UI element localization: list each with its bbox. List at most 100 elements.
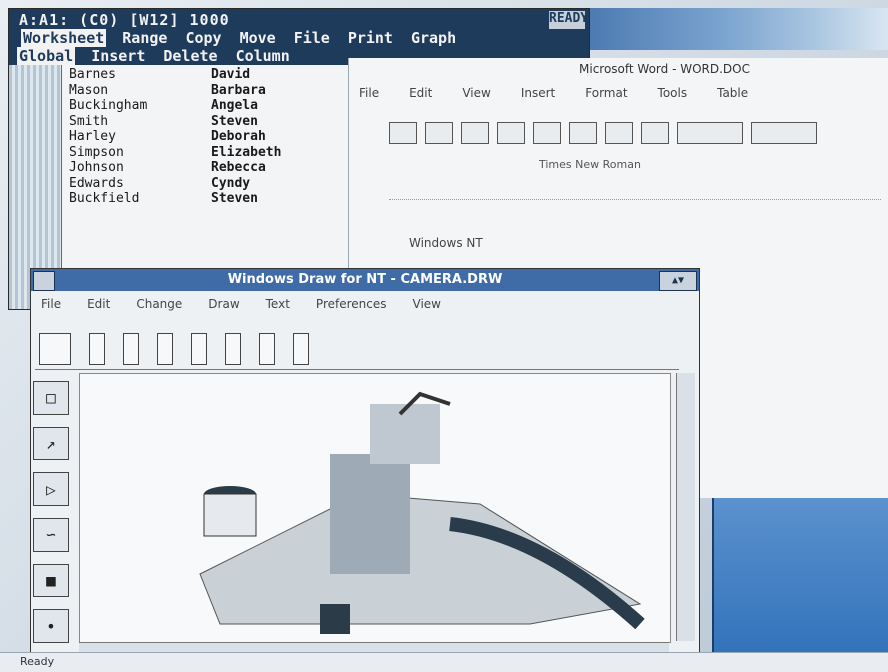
line-tool-icon[interactable]: ↗ xyxy=(33,426,69,461)
cell-last-name[interactable]: Buckingham xyxy=(69,98,211,114)
cell-first-name[interactable]: Angela xyxy=(211,98,331,114)
lotus-submenu-column[interactable]: Column xyxy=(234,47,292,65)
toolbar-button[interactable] xyxy=(497,122,525,144)
minimize-maximize-buttons[interactable]: ▲▼ xyxy=(659,271,697,291)
toolbar-button[interactable] xyxy=(293,333,309,365)
lotus-menu-range[interactable]: Range xyxy=(120,29,169,47)
table-row[interactable]: Johnson Rebecca xyxy=(69,160,331,176)
lotus-submenu-global[interactable]: Global xyxy=(17,47,76,65)
toolbar-button[interactable] xyxy=(123,333,139,365)
lotus-submenu-insert[interactable]: Insert xyxy=(89,47,147,65)
word-menu-view[interactable]: View xyxy=(462,86,490,100)
toolbar-button[interactable] xyxy=(751,122,817,144)
cell-first-name[interactable]: Cyndy xyxy=(211,176,331,192)
draw-menu-change[interactable]: Change xyxy=(136,297,182,311)
toolbar-button[interactable] xyxy=(569,122,597,144)
text-tool-icon[interactable]: • xyxy=(33,609,69,644)
toolbar-button[interactable] xyxy=(425,122,453,144)
status-bar: Ready xyxy=(0,652,888,672)
toolbar-button[interactable] xyxy=(259,333,275,365)
table-row[interactable]: Buckfield Steven xyxy=(69,191,331,207)
draw-menu-text[interactable]: Text xyxy=(266,297,290,311)
cell-first-name[interactable]: Barbara xyxy=(211,83,331,99)
fill-tool-icon[interactable]: ■ xyxy=(33,563,69,598)
word-title: Microsoft Word - WORD.DOC xyxy=(579,62,750,76)
system-menu-button[interactable] xyxy=(33,271,55,291)
table-row[interactable]: Buckingham Angela xyxy=(69,98,331,114)
toolbar-button[interactable] xyxy=(39,333,71,365)
word-menu-insert[interactable]: Insert xyxy=(521,86,555,100)
word-menubar: File Edit View Insert Format Tools Table xyxy=(359,86,748,100)
cell-last-name[interactable]: Johnson xyxy=(69,160,211,176)
cell-first-name[interactable]: Steven xyxy=(211,191,331,207)
word-format-bar: Times New Roman xyxy=(389,156,881,178)
table-row[interactable]: Barnes David xyxy=(69,67,331,83)
camera-drawing xyxy=(199,391,645,634)
draw-menu-file[interactable]: File xyxy=(41,297,61,311)
word-document-text[interactable]: Windows NT xyxy=(409,236,483,250)
wallpaper-sky xyxy=(585,8,888,50)
cell-last-name[interactable]: Smith xyxy=(69,114,211,130)
word-menu-tools[interactable]: Tools xyxy=(658,86,688,100)
lotus-menu-file[interactable]: File xyxy=(292,29,332,47)
word-menu-edit[interactable]: Edit xyxy=(409,86,432,100)
cell-last-name[interactable]: Barnes xyxy=(69,67,211,83)
table-row[interactable]: Edwards Cyndy xyxy=(69,176,331,192)
lotus-menu-copy[interactable]: Copy xyxy=(183,29,223,47)
toolbar-button[interactable] xyxy=(191,333,207,365)
word-ruler xyxy=(389,183,881,200)
table-row[interactable]: Smith Steven xyxy=(69,114,331,130)
cell-last-name[interactable]: Buckfield xyxy=(69,191,211,207)
lotus-sheet: Barnes David Mason Barbara Buckingham Angel… xyxy=(69,67,331,207)
toolbar-button[interactable] xyxy=(533,122,561,144)
cell-first-name[interactable]: Rebecca xyxy=(211,160,331,176)
lotus-submenu-delete[interactable]: Delete xyxy=(161,47,219,65)
table-row[interactable]: Simpson Elizabeth xyxy=(69,145,331,161)
table-row[interactable]: Mason Barbara xyxy=(69,83,331,99)
select-tool-icon[interactable]: □ xyxy=(33,381,69,415)
toolbar-button[interactable] xyxy=(605,122,633,144)
draw-menu-preferences[interactable]: Preferences xyxy=(316,297,387,311)
draw-menu-edit[interactable]: Edit xyxy=(87,297,110,311)
draw-menubar: File Edit Change Draw Text Preferences V… xyxy=(41,297,441,311)
cell-first-name[interactable]: David xyxy=(211,67,331,83)
word-toolbar xyxy=(389,118,881,148)
toolbar-button[interactable] xyxy=(389,122,417,144)
draw-title: Windows Draw for NT - CAMERA.DRW xyxy=(227,272,503,287)
cell-last-name[interactable]: Simpson xyxy=(69,145,211,161)
cell-first-name[interactable]: Steven xyxy=(211,114,331,130)
draw-toolbar xyxy=(35,329,679,370)
toolbar-button[interactable] xyxy=(641,122,669,144)
drawing-canvas[interactable] xyxy=(79,373,671,643)
word-menu-format[interactable]: Format xyxy=(585,86,627,100)
lotus-menu-graph[interactable]: Graph xyxy=(409,29,458,47)
wallpaper-panel xyxy=(712,490,888,671)
draw-menu-draw[interactable]: Draw xyxy=(208,297,239,311)
vertical-scrollbar[interactable] xyxy=(676,373,695,641)
font-name-field[interactable]: Times New Roman xyxy=(539,158,641,171)
word-menu-file[interactable]: File xyxy=(359,86,379,100)
lotus-main-menu: Worksheet Range Copy Move File Print Gra… xyxy=(21,29,458,47)
lotus-cell-indicator: A:A1: (C0) [W12] 1000 xyxy=(19,11,230,29)
cell-first-name[interactable]: Deborah xyxy=(211,129,331,145)
toolbar-button[interactable] xyxy=(461,122,489,144)
toolbar-button[interactable] xyxy=(225,333,241,365)
cell-last-name[interactable]: Edwards xyxy=(69,176,211,192)
toolbar-button[interactable] xyxy=(89,333,105,365)
toolbar-button[interactable] xyxy=(677,122,743,144)
draw-title-bar[interactable]: Windows Draw for NT - CAMERA.DRW xyxy=(31,269,699,291)
lotus-mode-indicator: READY xyxy=(549,11,588,29)
cell-last-name[interactable]: Mason xyxy=(69,83,211,99)
word-menu-table[interactable]: Table xyxy=(717,86,748,100)
lotus-menu-move[interactable]: Move xyxy=(238,29,278,47)
curve-tool-icon[interactable]: ∽ xyxy=(33,518,69,552)
status-text: Ready xyxy=(20,655,55,668)
lotus-menu-worksheet[interactable]: Worksheet xyxy=(21,29,107,47)
lotus-menu-print[interactable]: Print xyxy=(346,29,395,47)
toolbar-button[interactable] xyxy=(157,333,173,365)
arrow-tool-icon[interactable]: ▷ xyxy=(33,472,69,507)
cell-last-name[interactable]: Harley xyxy=(69,129,211,145)
table-row[interactable]: Harley Deborah xyxy=(69,129,331,145)
cell-first-name[interactable]: Elizabeth xyxy=(211,145,331,161)
draw-menu-view[interactable]: View xyxy=(413,297,441,311)
